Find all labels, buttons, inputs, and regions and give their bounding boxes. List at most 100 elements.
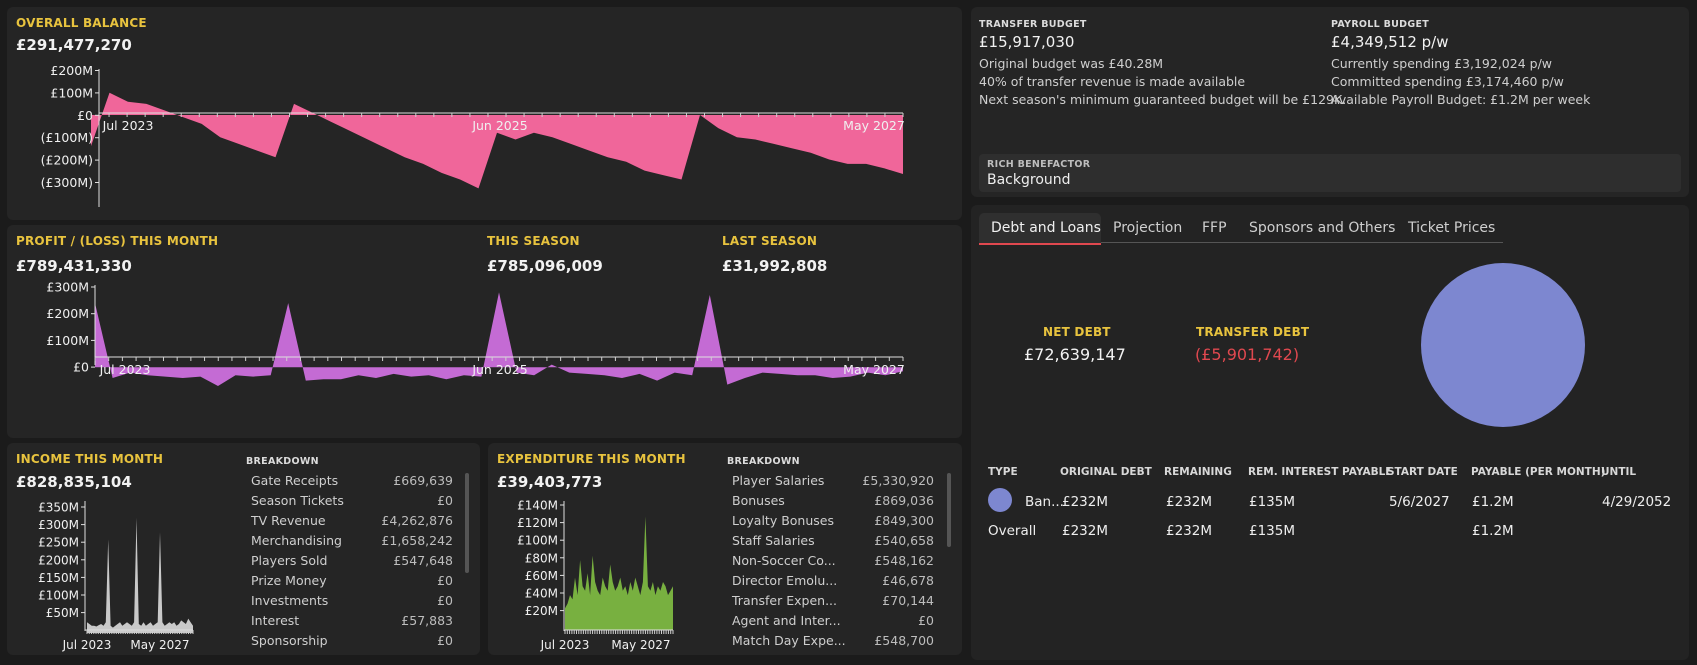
income-y-tick-label: £350M [38,501,79,515]
profit-y-tick-label: £300M [46,280,89,295]
expenditure-item-value: £70,144 [882,593,934,608]
expenditure-item-name: Loyalty Bonuses [732,513,834,528]
pie-slice-bank[interactable] [1421,263,1585,427]
income-label: INCOME THIS MONTH [16,452,164,466]
income-chart: £350M £300M £250M £200M £150M £100M £50M Jul 20… [38,501,194,652]
balance-x-tick-label: May 2027 [843,118,905,133]
row-payable: £1.2M [1472,494,1514,510]
expenditure-item-name: Player Salaries [732,473,825,488]
expenditure-item-value: £0 [918,613,934,628]
expenditure-breakdown-scrollbar[interactable] [947,473,951,547]
expenditure-item-value: £548,700 [874,633,934,648]
income-value: £828,835,104 [16,473,132,491]
col-until[interactable]: UNTIL [1601,466,1636,478]
this-season-label: THIS SEASON [487,234,580,248]
profit-x-tick-label: May 2027 [843,362,905,377]
expenditure-breakdown-list: Player Salaries £5,330,920 Bonuses £869,036… [732,473,954,653]
payroll-budget-line-3: Available Payroll Budget: £1.2M per week [1331,92,1591,107]
expenditure-y-tick-label: £140M [517,499,558,513]
profit-label: PROFIT / (LOSS) THIS MONTH [16,234,219,248]
expenditure-item-name: Match Day Expe... [732,633,846,648]
profit-y-tick-label: £100M [46,333,89,348]
tab-debt-and-loans-label[interactable]: Debt and Loans [991,220,1101,236]
expenditure-y-tick-label: £120M [517,516,558,530]
income-item-value: £0 [437,633,453,648]
balance-area [91,92,903,189]
payroll-budget-line-2: Committed spending £3,174,460 p/w [1331,74,1564,89]
benefactor-value: Background [987,172,1071,188]
expenditure-item-name: Non-Soccer Co... [732,553,836,568]
expenditure-item-value: £5,330,920 [862,473,934,488]
transfer-budget-line-2: 40% of transfer revenue is made availabl… [979,74,1246,89]
income-item-name: Players Sold [251,553,328,568]
transfer-budget-line-3: Next season's minimum guaranteed budget … [979,92,1347,107]
row-original: £232M [1062,494,1109,510]
col-rem-interest[interactable]: REM. INTEREST PAYABLE [1248,466,1392,478]
overall-balance-chart: £200M£100M£0(£100M)(£200M)(£300M)Jul 202… [41,63,905,207]
income-item-name: Interest [251,613,300,628]
income-item-name: Prize Money [251,573,327,588]
income-y-tick-label: £150M [38,571,79,585]
tab-ffp[interactable]: FFP [1202,220,1227,236]
profit-x-tick-label: Jul 2023 [99,362,151,377]
row-remaining: £232M [1166,494,1213,510]
tab-ticket-prices[interactable]: Ticket Prices [1408,220,1495,236]
benefactor-box[interactable]: RICH BENEFACTOR Background [979,154,1681,192]
payroll-budget-line-1: Currently spending £3,192,024 p/w [1331,56,1553,71]
total-original: £232M [1062,523,1109,539]
net-debt-label: NET DEBT [1043,325,1111,339]
col-type[interactable]: TYPE [988,466,1018,478]
balance-x-tick-label: Jun 2025 [471,118,527,133]
income-area [87,517,193,633]
expenditure-area [565,516,673,630]
income-item-value: £0 [437,573,453,588]
overall-balance-label: OVERALL BALANCE [16,16,147,30]
expenditure-item-name: Transfer Expen... [732,593,837,608]
income-x-tick-label: Jul 2023 [62,638,112,652]
expenditure-x-tick-label: Jul 2023 [540,638,590,652]
row-start: 5/6/2027 [1389,494,1450,510]
transfer-budget-value: £15,917,030 [979,33,1075,51]
overall-balance-panel: OVERALL BALANCE £291,477,270 £200M £100M £… [7,7,962,220]
balance-y-tick-label: £200M [50,63,93,78]
overall-balance-value: £291,477,270 [16,36,132,54]
income-y-tick-label: £200M [38,553,79,567]
expenditure-y-tick-label: £40M [525,587,558,601]
income-item-name: Gate Receipts [251,473,339,488]
expenditure-breakdown-label: BREAKDOWN [727,456,800,467]
debt-pie-chart [1421,263,1585,427]
col-remaining[interactable]: REMAINING [1164,466,1232,478]
col-payable[interactable]: PAYABLE (PER MONTH) [1471,466,1605,478]
net-debt-value: £72,639,147 [1024,345,1126,364]
income-item-name: Investments [251,593,329,608]
income-item-name: TV Revenue [251,513,326,528]
income-item-value: £4,262,876 [381,513,453,528]
income-y-tick-label: £50M [46,606,79,620]
total-remaining: £232M [1166,523,1213,539]
expenditure-y-tick-label: £80M [525,551,558,565]
balance-x-tick-label: Jul 2023 [102,118,154,133]
this-season-value: £785,096,009 [487,257,603,275]
expenditure-item-value: £869,036 [874,493,934,508]
income-item-value: £669,639 [393,473,453,488]
income-y-tick-label: £250M [38,536,79,550]
expenditure-y-tick-label: £100M [517,534,558,548]
col-original-debt[interactable]: ORIGINAL DEBT [1060,466,1152,478]
tab-sponsors-and-others[interactable]: Sponsors and Others [1249,220,1395,236]
transfer-budget-line-1: Original budget was £40.28M [979,56,1164,71]
income-item-name: Sponsorship [251,633,328,648]
expenditure-item-name: Agent and Inter... [732,613,841,628]
expenditure-item-name: Bonuses [732,493,785,508]
income-breakdown-scrollbar[interactable] [465,473,469,573]
tab-projection[interactable]: Projection [1113,220,1182,236]
income-item-name: Merchandising [251,533,342,548]
payroll-budget-label: PAYROLL BUDGET [1331,19,1430,30]
total-payable: £1.2M [1472,523,1514,539]
profit-x-tick-label: Jun 2025 [471,362,527,377]
expenditure-label: EXPENDITURE THIS MONTH [497,452,686,466]
col-start-date[interactable]: START DATE [1387,466,1458,478]
expenditure-panel: EXPENDITURE THIS MONTH £39,403,773 £140M… [488,443,962,655]
profit-y-tick-label: £200M [46,306,89,321]
row-until: 4/29/2052 [1602,494,1672,510]
last-season-label: LAST SEASON [722,234,818,248]
